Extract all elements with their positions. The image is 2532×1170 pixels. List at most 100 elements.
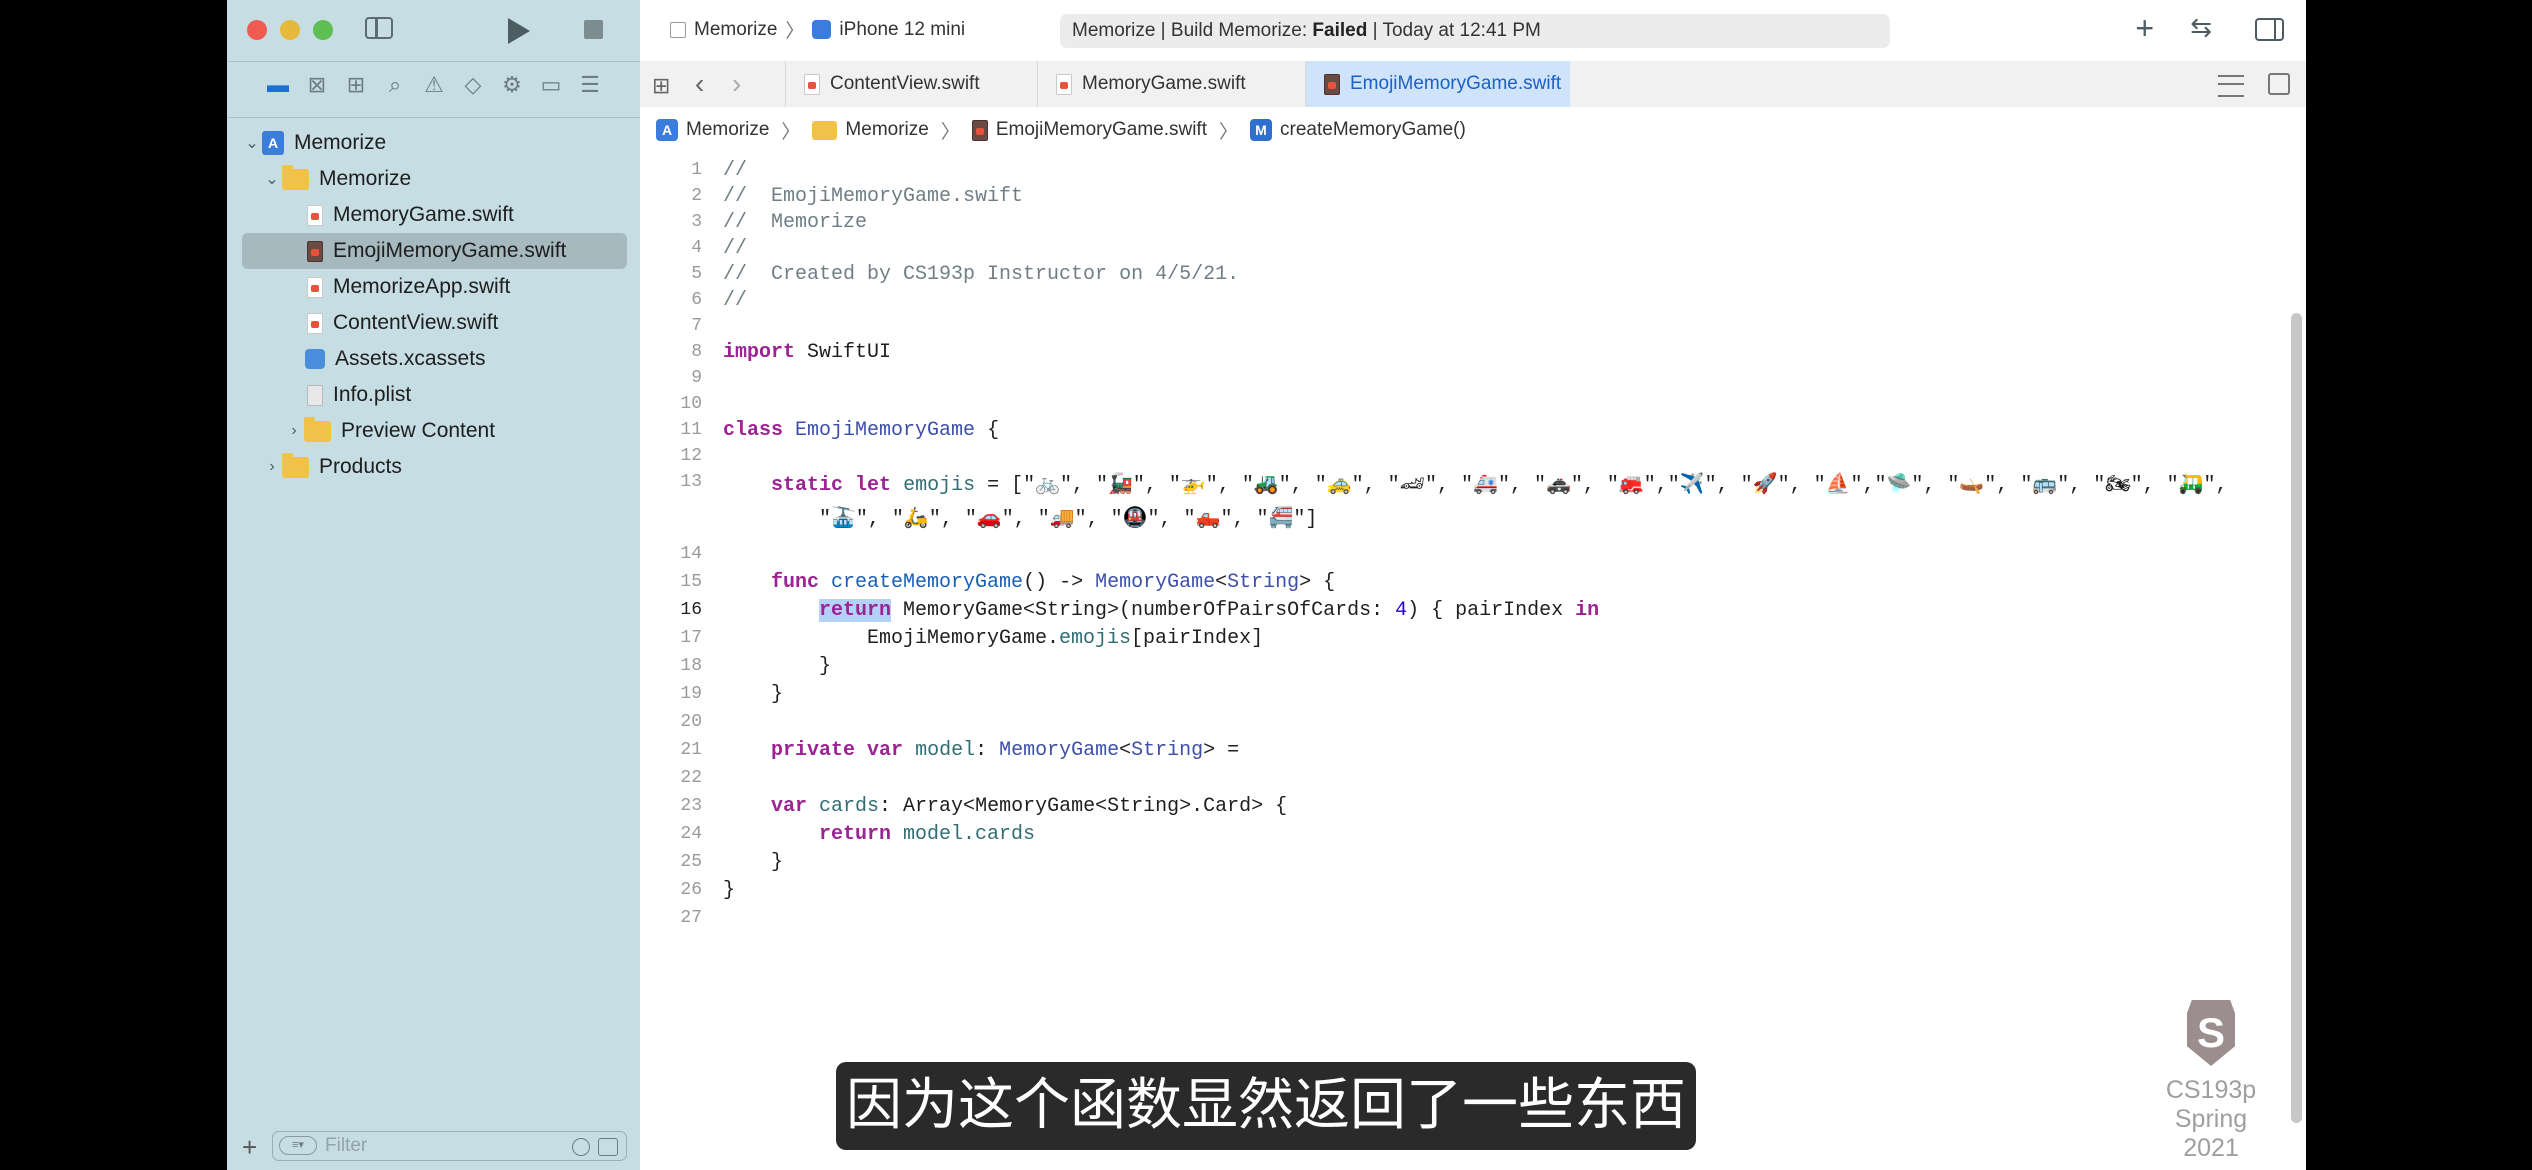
- code-line: }: [723, 879, 736, 902]
- device-name[interactable]: iPhone 12 mini: [839, 19, 965, 41]
- back-icon[interactable]: ‹: [695, 68, 704, 100]
- swift-file-icon: [971, 119, 988, 141]
- split-editor-icon[interactable]: [2268, 73, 2290, 95]
- code-line: EmojiMemoryGame.emojis[pairIndex]: [867, 627, 1264, 650]
- tree-item-file[interactable]: ContentView.swift: [242, 305, 627, 341]
- line-number: 2: [691, 186, 702, 206]
- minimize-window-button[interactable]: [280, 20, 300, 40]
- line-number: 4: [691, 238, 702, 258]
- line-number: 8: [691, 342, 702, 362]
- method-icon: M: [1250, 119, 1273, 141]
- build-status-badge: Failed: [1312, 20, 1368, 41]
- line-number: 24: [680, 824, 702, 844]
- code-line: return MemoryGame<String>(numberOfPairsO…: [819, 599, 1600, 622]
- run-button[interactable]: [508, 18, 530, 44]
- line-number: 10: [680, 394, 702, 414]
- code-line: //: [723, 159, 748, 182]
- test-icon[interactable]: ◇: [458, 70, 488, 100]
- code-line: static let emojis = ["🚲", "🚂", "🚁", "🚜",…: [771, 474, 2228, 497]
- line-number: 11: [680, 420, 702, 440]
- breadcrumb-folder[interactable]: Memorize: [845, 119, 928, 141]
- chevron-down-icon[interactable]: ⌄: [242, 133, 262, 153]
- line-number: 9: [691, 368, 702, 388]
- sidebar-toggle-icon[interactable]: [365, 17, 393, 39]
- plist-file-icon: [307, 384, 323, 406]
- line-number: 21: [680, 740, 702, 760]
- add-icon[interactable]: +: [242, 1132, 257, 1163]
- tree-item-file[interactable]: MemorizeApp.swift: [242, 269, 627, 305]
- tree-item-file[interactable]: Info.plist: [242, 377, 627, 413]
- breadcrumb-method[interactable]: createMemoryGame(): [1280, 119, 1466, 141]
- line-number: 15: [680, 572, 702, 592]
- code-line: class EmojiMemoryGame {: [723, 419, 1000, 442]
- line-number: 27: [680, 908, 702, 928]
- breadcrumb-file[interactable]: EmojiMemoryGame.swift: [996, 119, 1207, 141]
- line-number: 3: [691, 212, 702, 232]
- code-review-icon[interactable]: ⇆: [2190, 12, 2212, 43]
- code-line: // Created by CS193p Instructor on 4/5/2…: [723, 263, 1240, 286]
- chevron-right-icon[interactable]: ›: [262, 458, 282, 476]
- tree-item-group[interactable]: › Preview Content: [242, 413, 627, 449]
- project-navigator: ▬ ⊠ ⊞ ⌕ ⚠ ◇ ⚙ ▭ ☰ ⌄ A Memorize ⌄ Memoriz…: [227, 0, 640, 1170]
- code-line: }: [771, 683, 784, 706]
- tree-item-group[interactable]: ⌄ Memorize: [242, 161, 627, 197]
- project-icon: A: [656, 119, 678, 141]
- swift-file-icon: [307, 276, 323, 298]
- symbol-icon[interactable]: ⊞: [341, 70, 371, 100]
- filter-input[interactable]: ≡▾ Filter: [272, 1131, 627, 1161]
- debug-icon[interactable]: ⚙: [497, 70, 527, 100]
- breadcrumb-project[interactable]: Memorize: [686, 119, 769, 141]
- tab-memorygame[interactable]: MemoryGame.swift: [1037, 61, 1305, 107]
- activity-status: Memorize | Build Memorize: Failed | Toda…: [1060, 14, 1890, 48]
- tree-item-file[interactable]: Assets.xcassets: [242, 341, 627, 377]
- tree-item-group[interactable]: › Products: [242, 449, 627, 485]
- filter-icon[interactable]: ≡▾: [279, 1136, 317, 1155]
- code-line: func createMemoryGame() -> MemoryGame<St…: [771, 571, 1336, 594]
- divider: [227, 61, 640, 62]
- swift-file-icon: [307, 312, 323, 334]
- clock-icon[interactable]: [572, 1138, 590, 1156]
- code-line: //: [723, 237, 748, 260]
- breakpoint-icon[interactable]: ▭: [536, 70, 566, 100]
- source-editor[interactable]: 1 // 2 // EmojiMemoryGame.swift 3 // Memori…: [640, 153, 2306, 1170]
- tree-item-file-selected[interactable]: EmojiMemoryGame.swift: [242, 233, 627, 269]
- search-icon[interactable]: ⌕: [380, 70, 410, 100]
- chevron-right-icon[interactable]: ›: [284, 422, 304, 440]
- editor-options-icon[interactable]: [2218, 75, 2244, 97]
- add-library-icon[interactable]: +: [2135, 10, 2154, 47]
- line-number: 5: [691, 264, 702, 284]
- code-line: //: [723, 289, 748, 312]
- folder-icon: [282, 164, 309, 190]
- line-number: 26: [680, 880, 702, 900]
- close-window-button[interactable]: [247, 20, 267, 40]
- zoom-window-button[interactable]: [313, 20, 333, 40]
- line-number: 23: [680, 796, 702, 816]
- code-line: }: [819, 655, 832, 678]
- scheme-name: Memorize: [694, 18, 778, 40]
- warning-icon[interactable]: ⚠: [419, 70, 449, 100]
- tab-contentview[interactable]: ContentView.swift: [785, 61, 1037, 107]
- line-number: 1: [691, 160, 702, 180]
- tree-item-file[interactable]: MemoryGame.swift: [242, 197, 627, 233]
- stop-button[interactable]: [584, 20, 603, 39]
- video-subtitle: 因为这个函数显然返回了一些东西: [836, 1062, 1696, 1150]
- xcode-window: ▬ ⊠ ⊞ ⌕ ⚠ ◇ ⚙ ▭ ☰ ⌄ A Memorize ⌄ Memoriz…: [227, 0, 2306, 1170]
- vertical-scrollbar[interactable]: [2291, 313, 2302, 1123]
- scheme-selector[interactable]: Memorize 〉 iPhone 12 mini: [670, 16, 965, 43]
- code-line: import SwiftUI: [723, 341, 892, 364]
- tab-emojimemorygame[interactable]: EmojiMemoryGame.swift: [1305, 61, 1570, 107]
- code-line: // Memorize: [723, 211, 868, 234]
- report-icon[interactable]: ☰: [575, 70, 605, 100]
- scope-icon[interactable]: [598, 1138, 618, 1156]
- swift-file-icon: [804, 73, 820, 95]
- related-items-icon[interactable]: ⊞: [652, 73, 670, 99]
- source-control-icon[interactable]: ⊠: [302, 70, 332, 100]
- forward-icon[interactable]: ›: [732, 68, 741, 100]
- folder-icon[interactable]: ▬: [263, 70, 293, 100]
- inspector-toggle-icon[interactable]: [2255, 18, 2284, 41]
- chevron-right-icon: 〉: [1219, 121, 1239, 143]
- chevron-down-icon[interactable]: ⌄: [262, 169, 282, 189]
- line-number: 13: [680, 472, 702, 492]
- tree-item-project[interactable]: ⌄ A Memorize: [242, 125, 627, 161]
- course-watermark: S CS193p Spring 2021: [2146, 1000, 2276, 1163]
